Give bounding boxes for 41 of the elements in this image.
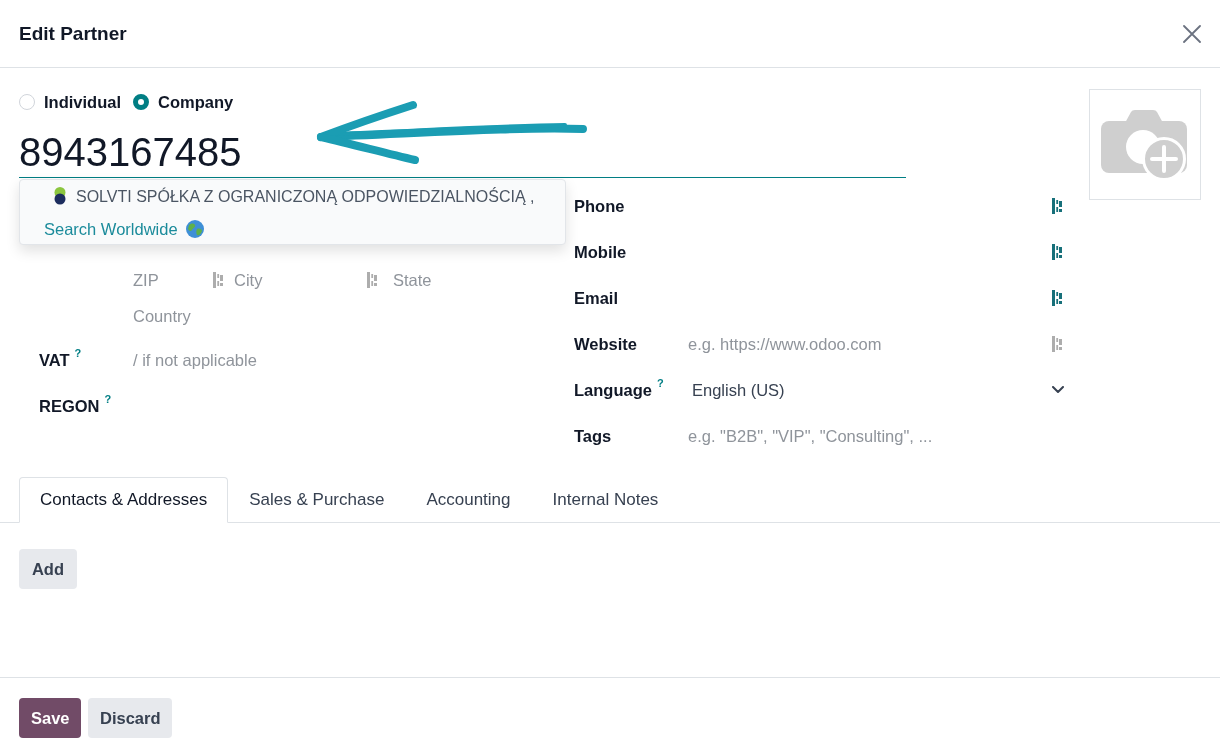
dialog-title: Edit Partner	[19, 22, 127, 45]
help-mark[interactable]: ?	[74, 347, 82, 359]
field-label: Mobile	[574, 242, 627, 262]
radio-option[interactable]: Company	[133, 92, 234, 112]
suggestion-item[interactable]: SOLVTI SPÓŁKA Z OGRANICZONĄ ODPOWIEDZIALNOŚCIĄ ,	[20, 180, 565, 214]
add-button[interactable]: Add	[19, 549, 77, 589]
input-field[interactable]: City	[234, 268, 367, 292]
radio-option[interactable]: Individual	[19, 92, 121, 112]
bars-icon[interactable]	[1052, 198, 1062, 214]
chevron-down-icon	[1052, 386, 1064, 394]
save-button[interactable]: Save	[19, 698, 81, 738]
input-field[interactable]: / if not applicable	[133, 348, 513, 372]
discard-button[interactable]: Discard	[88, 698, 172, 738]
search-worldwide-link[interactable]: Search Worldwide	[20, 214, 565, 244]
close-button[interactable]	[1183, 24, 1201, 43]
help-mark[interactable]: ?	[104, 393, 112, 405]
tab[interactable]: Internal Notes	[531, 477, 680, 523]
input-field[interactable]: ZIP	[133, 268, 213, 292]
field-label: Phone	[574, 196, 625, 216]
field-label: Language	[574, 380, 652, 400]
tags-input[interactable]: e.g. "B2B", "VIP", "Consulting", ...	[688, 424, 1070, 448]
tab[interactable]: Sales & Purchase	[228, 477, 406, 523]
logo-icon	[54, 187, 66, 207]
bars-icon[interactable]	[1052, 244, 1062, 260]
camera-plus-icon	[1101, 108, 1189, 181]
input-field[interactable]: Country	[133, 304, 433, 328]
field-label: VAT	[39, 350, 70, 370]
field-label: Website	[574, 334, 637, 354]
help-mark[interactable]: ?	[656, 377, 664, 389]
field-label: REGON	[39, 396, 100, 416]
field-label: Email	[574, 288, 619, 308]
tab[interactable]: Accounting	[405, 477, 532, 523]
input-field[interactable]: State	[393, 268, 503, 292]
globe-icon	[185, 220, 204, 238]
input-field[interactable]: e.g. https://www.odoo.com	[688, 332, 1052, 356]
bars-icon[interactable]	[1052, 290, 1062, 306]
name-input[interactable]: 8943167485	[19, 128, 906, 178]
close-icon	[1183, 24, 1201, 43]
tab[interactable]: Contacts & Addresses	[19, 477, 229, 523]
language-select[interactable]: English (US)	[688, 376, 1070, 404]
field-label: Tags	[574, 426, 612, 446]
